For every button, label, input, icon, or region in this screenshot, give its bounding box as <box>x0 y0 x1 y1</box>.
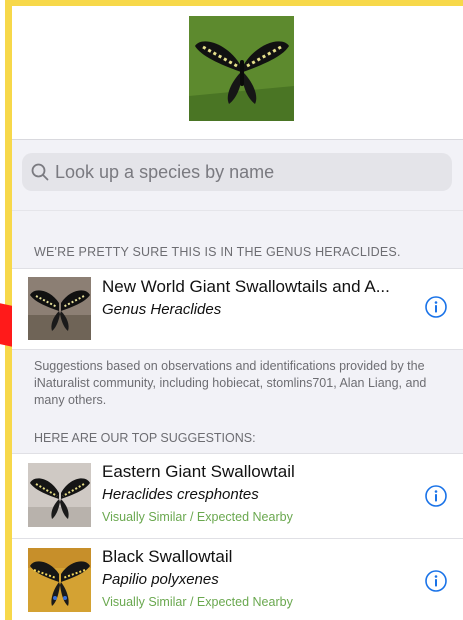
suggestion-row[interactable]: Eastern Giant Swallowtail Heraclides cre… <box>12 454 463 539</box>
observation-photo-area <box>12 6 463 140</box>
genus-suggestion-row[interactable]: New World Giant Swallowtails and A... Ge… <box>12 269 463 350</box>
genus-thumbnail <box>28 277 91 340</box>
search-icon <box>31 163 49 181</box>
species-suggestion-panel: Look up a species by name WE'RE PRETTY S… <box>12 6 463 620</box>
info-icon[interactable] <box>425 296 447 318</box>
suggestion-tag: Visually Similar / Expected Nearby <box>102 510 293 524</box>
search-area: Look up a species by name <box>12 140 463 211</box>
suggestion-tag: Visually Similar / Expected Nearby <box>102 595 293 609</box>
info-icon[interactable] <box>425 485 447 507</box>
butterfly-image <box>189 16 294 121</box>
suggestion-row[interactable]: Black Swallowtail Papilio polyxenes Visu… <box>12 539 463 620</box>
info-icon[interactable] <box>425 570 447 592</box>
genus-section-header: WE'RE PRETTY SURE THIS IS IN THE GENUS H… <box>12 237 463 269</box>
top-suggestions-header: HERE ARE OUR TOP SUGGESTIONS: <box>12 423 463 454</box>
observation-photo[interactable] <box>189 16 294 121</box>
suggestion-common-name: Eastern Giant Swallowtail <box>102 462 295 481</box>
section-gap <box>12 211 463 237</box>
suggestion-common-name: Black Swallowtail <box>102 547 233 566</box>
suggestion-scientific-name: Heraclides cresphontes <box>102 486 259 503</box>
genus-scientific-name: Genus Heraclides <box>102 301 222 318</box>
suggestion-scientific-name: Papilio polyxenes <box>102 571 219 588</box>
genus-common-name: New World Giant Swallowtails and A... <box>102 277 390 296</box>
species-search-field[interactable]: Look up a species by name <box>22 153 452 191</box>
search-placeholder: Look up a species by name <box>55 161 275 182</box>
suggestion-thumbnail <box>28 463 91 527</box>
suggestion-thumbnail <box>28 548 91 612</box>
suggestions-note: Suggestions based on observations and id… <box>12 350 463 423</box>
